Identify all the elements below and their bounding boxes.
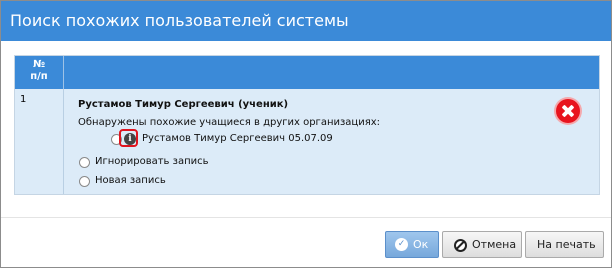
print-button[interactable]: На печать	[525, 231, 604, 258]
ignore-option-label[interactable]: Игнорировать запись	[95, 156, 209, 167]
print-button-label: На печать	[537, 238, 596, 251]
cancel-button[interactable]: Отмена	[442, 231, 522, 258]
match-option-label[interactable]: Рустамов Тимур Сергеевич 05.07.09	[142, 133, 333, 144]
cancel-icon	[454, 239, 467, 252]
column-header-number-line1: №	[32, 59, 46, 70]
table-header: № п/п	[15, 56, 599, 89]
ok-button[interactable]: ✓ Ок	[385, 231, 439, 258]
similar-users-dialog: Поиск похожих пользователей системы № п/…	[0, 0, 612, 268]
delete-icon[interactable]	[556, 99, 580, 123]
table-row: 1 Рустамов Тимур Сергеевич (ученик) Обна…	[15, 89, 599, 194]
ok-button-label: Ок	[413, 238, 429, 251]
row-number-cell: 1	[15, 89, 64, 194]
row-number: 1	[20, 94, 27, 105]
cancel-button-label: Отмена	[472, 238, 517, 251]
new-record-option-label[interactable]: Новая запись	[95, 175, 166, 186]
column-header-main	[64, 56, 599, 89]
dialog-titlebar[interactable]: Поиск похожих пользователей системы	[1, 1, 611, 41]
similar-found-label: Обнаружены похожие учащиеся в других орг…	[78, 117, 381, 128]
person-name: Рустамов Тимур Сергеевич (ученик)	[78, 99, 289, 110]
column-header-number-line2: п/п	[30, 71, 48, 82]
highlight-annotation	[119, 129, 138, 147]
column-header-number: № п/п	[15, 56, 64, 89]
row-content-cell: Рустамов Тимур Сергеевич (ученик) Обнару…	[64, 89, 599, 194]
ignore-radio[interactable]	[79, 157, 90, 168]
dialog-title: Поиск похожих пользователей системы	[10, 11, 349, 30]
footer-divider	[1, 217, 611, 218]
new-record-radio[interactable]	[79, 176, 90, 187]
check-icon: ✓	[395, 238, 408, 251]
results-table: № п/п 1 Рустамов Тимур Сергеевич (ученик…	[14, 55, 600, 195]
